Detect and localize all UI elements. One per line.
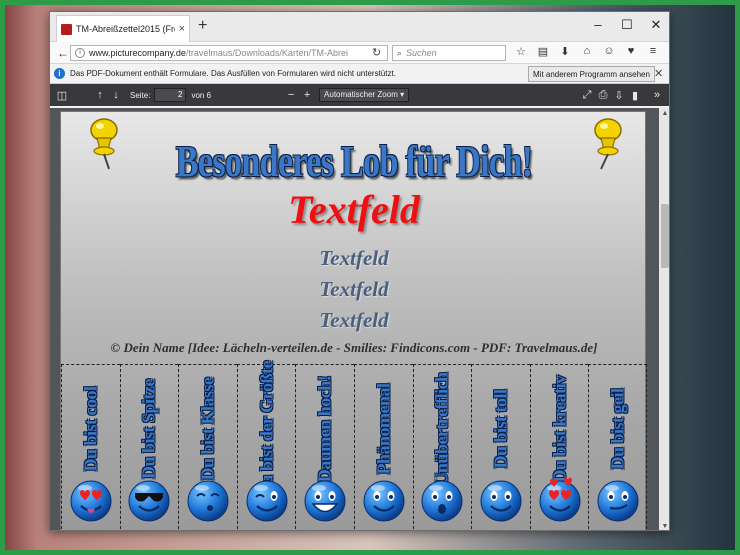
save-icon[interactable]: ⇩ <box>611 89 627 102</box>
maximize-button[interactable]: ☐ <box>617 17 637 33</box>
tear-off-strip: Unübertrefflich <box>412 364 472 530</box>
sunglasses-smiley-icon <box>128 480 170 522</box>
star-icon[interactable]: ☆ <box>513 45 529 58</box>
strip-label: Du bist geil <box>607 388 628 470</box>
text-field-2[interactable]: Textfeld <box>61 277 647 302</box>
browser-window: TM-Abreißzettel2015 (Free... × + – ☐ ✕ ←… <box>49 11 670 531</box>
sly-smiley-icon <box>597 480 639 522</box>
search-icon: ⌕ <box>397 47 403 58</box>
new-tab-button[interactable]: + <box>198 17 207 35</box>
info-icon[interactable]: i <box>75 48 85 58</box>
navigation-bar: ← i www.picturecompany.de /travelmaus/Do… <box>50 42 669 64</box>
menu-icon[interactable]: ≡ <box>645 45 661 58</box>
surprised-smiley-icon <box>421 480 463 522</box>
credit-line: © Dein Name [Idee: Lächeln-verteilen.de … <box>110 340 598 355</box>
face-icon[interactable]: ☺ <box>601 45 617 58</box>
text-field-1[interactable]: Textfeld <box>61 246 647 271</box>
document-title: Besonderes Lob für Dich! <box>175 137 533 186</box>
tab-title: TM-Abreißzettel2015 (Free... <box>76 24 175 34</box>
pushpin-left-icon <box>90 118 118 170</box>
tear-off-strip: Du bist Spitze <box>119 364 179 530</box>
open-with-other-program-button[interactable]: Mit anderem Programm ansehen <box>528 66 655 82</box>
search-input[interactable]: ⌕ Suchen <box>392 45 506 61</box>
tear-off-strip: Du bist toll <box>471 364 530 530</box>
pdf-viewer[interactable]: Besonderes Lob für Dich! Textfeld Textfe… <box>50 108 669 530</box>
search-placeholder: Suchen <box>406 48 437 58</box>
tear-off-strip: Du bist kreativ <box>529 364 589 530</box>
more-tools-icon[interactable]: » <box>649 89 665 101</box>
strip-label: Daumen hoch! <box>314 375 335 483</box>
url-host: www.picturecompany.de <box>89 48 186 58</box>
cool-kiss-smiley-icon <box>70 480 112 522</box>
pocket-icon[interactable]: ♥ <box>623 45 639 58</box>
toolbar-icons: ☆ ▤ ⬇ ⌂ ☺ ♥ ≡ <box>513 45 661 58</box>
strip-label: Phänomenal <box>373 383 394 475</box>
tear-off-strip: Du bist cool <box>61 364 120 530</box>
strip-label: Du bist cool <box>80 386 101 472</box>
url-bar[interactable]: i www.picturecompany.de /travelmaus/Down… <box>70 45 388 61</box>
wink-smiley-icon <box>246 480 288 522</box>
strip-label: Unübertrefflich <box>431 372 452 486</box>
clipboard-icon[interactable]: ▤ <box>535 45 551 58</box>
pushpin-right-icon <box>594 118 622 170</box>
grin-smiley-icon <box>304 480 346 522</box>
tear-off-strip: Du bist geil <box>588 364 647 530</box>
reload-icon[interactable]: ↻ <box>372 46 381 59</box>
text-field-3[interactable]: Textfeld <box>61 308 647 333</box>
strip-label: Du bist kreativ <box>549 375 570 483</box>
notification-message: Das PDF-Dokument enthält Formulare. Das … <box>70 69 396 78</box>
main-text-field[interactable]: Textfeld <box>61 186 647 233</box>
happy-smiley-icon <box>363 480 405 522</box>
tab-bar: TM-Abreißzettel2015 (Free... × + – ☐ ✕ <box>50 12 669 42</box>
scroll-down-icon[interactable]: ▼ <box>659 523 669 530</box>
bookmark-icon[interactable]: ▮ <box>627 89 643 102</box>
previous-page-icon[interactable]: ↑ <box>92 89 108 101</box>
pdf-favicon-icon <box>61 23 72 35</box>
strip-label: Du bist Klasse <box>197 377 218 481</box>
url-path: /travelmaus/Downloads/Karten/TM-Abrei <box>185 48 348 58</box>
minimize-button[interactable]: – <box>588 17 608 32</box>
fullscreen-icon[interactable]: ⤢ <box>579 89 595 102</box>
page-total: von 6 <box>191 90 212 100</box>
print-icon[interactable]: ⎙ <box>595 89 611 102</box>
home-icon[interactable]: ⌂ <box>579 45 595 58</box>
zoom-select[interactable]: Automatischer Zoom ▾ <box>319 88 410 102</box>
zoom-select-value: Automatischer Zoom <box>324 90 398 99</box>
tear-off-strip: Phänomenal <box>353 364 413 530</box>
scrollbar-thumb[interactable] <box>661 204 669 268</box>
download-icon[interactable]: ⬇ <box>557 45 573 58</box>
pdf-scrollbar[interactable]: ▲ ▼ <box>659 108 669 530</box>
tear-off-strip: Du bist Klasse <box>178 364 237 530</box>
strip-label: Du bist toll <box>490 389 511 469</box>
page-label: Seite: <box>130 90 151 100</box>
pdf-toolbar: ◫ ↑ ↓ Seite: 2 von 6 − + Automatischer Z… <box>50 84 669 106</box>
tab-close-icon[interactable]: × <box>179 23 185 35</box>
notification-close-icon[interactable]: ✕ <box>654 67 663 80</box>
scroll-up-icon[interactable]: ▲ <box>659 110 669 117</box>
sidebar-toggle-icon[interactable]: ◫ <box>54 89 70 102</box>
zoom-out-button[interactable]: − <box>283 89 299 101</box>
strip-label: Du bist Spitze <box>138 378 159 480</box>
page-number-input[interactable]: 2 <box>154 88 187 102</box>
tear-off-strips: Du bist cool Du bist Spitze Du bist Klasse… <box>61 361 647 530</box>
back-arrow-icon[interactable]: ← <box>55 46 71 60</box>
tab-active[interactable]: TM-Abreißzettel2015 (Free... × <box>56 15 190 42</box>
close-window-button[interactable]: ✕ <box>646 17 666 33</box>
notification-bar: i Das PDF-Dokument enthält Formulare. Da… <box>50 64 669 84</box>
info-icon: i <box>54 68 65 79</box>
tear-off-strip: Daumen hoch! <box>295 364 354 530</box>
zoom-in-button[interactable]: + <box>299 89 315 101</box>
smile-smiley-icon <box>480 480 522 522</box>
heart-eyes-smiley-icon <box>539 477 581 522</box>
kiss-smiley-icon <box>187 480 229 522</box>
pdf-page: Besonderes Lob für Dich! Textfeld Textfe… <box>60 111 647 530</box>
next-page-icon[interactable]: ↓ <box>108 89 124 101</box>
tear-off-strip: Du bist der Größte <box>236 361 296 530</box>
